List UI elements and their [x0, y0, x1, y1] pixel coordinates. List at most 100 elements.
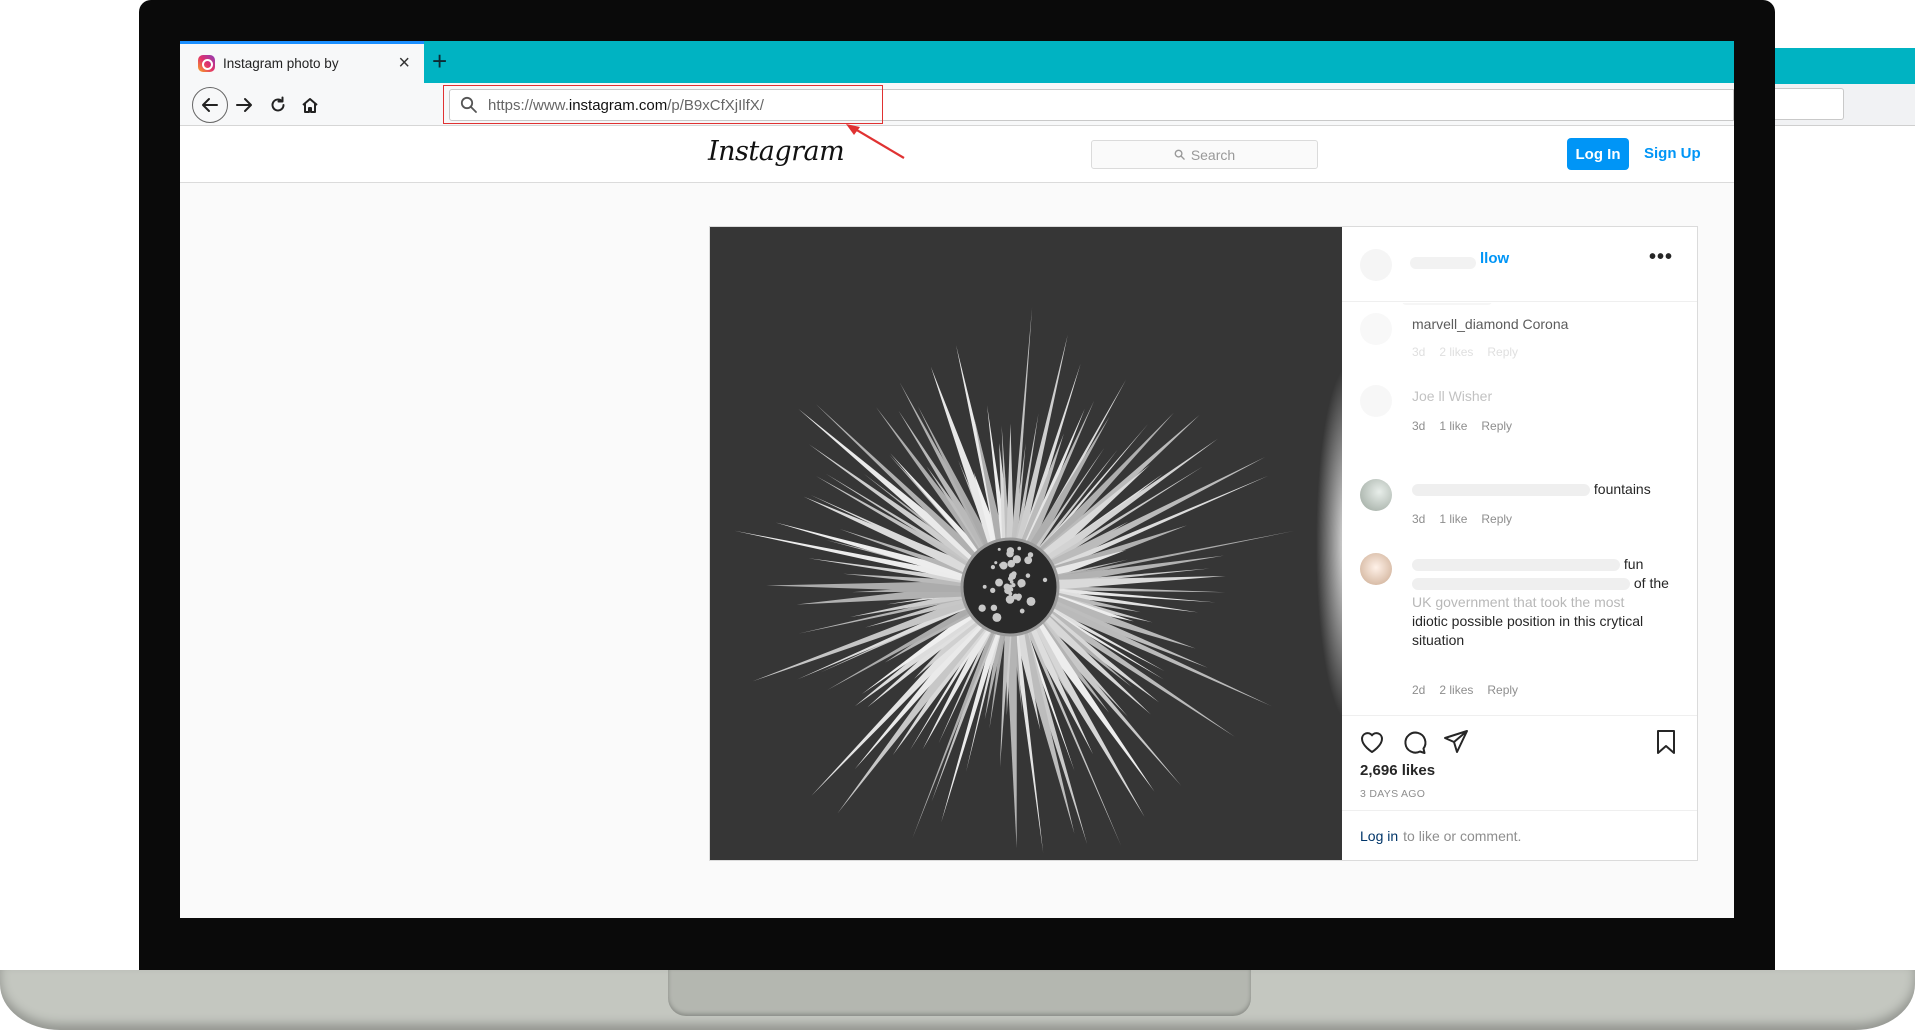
reload-icon: [271, 96, 285, 112]
thistle-seed: [1017, 546, 1022, 551]
home-button[interactable]: [294, 89, 326, 121]
heart-icon[interactable]: [1358, 728, 1386, 756]
stage: Instagram photo by × + https://www.insta…: [0, 0, 1915, 1030]
thistle-seed: [997, 547, 1001, 551]
tab-title: Instagram photo by: [223, 56, 339, 71]
post-header: llow •••: [1342, 227, 1697, 302]
post-actions: 2,696 likes 3 DAYS AGO: [1342, 715, 1697, 810]
comment-time: 2d: [1412, 683, 1426, 697]
search-icon: [460, 96, 477, 113]
bookmark-icon[interactable]: [1652, 728, 1680, 756]
comment-line-4: idiotic possible position in this crytic…: [1412, 613, 1644, 629]
thistle-seed: [990, 604, 998, 612]
search-icon: [1174, 149, 1185, 160]
arrow-left-icon: [202, 98, 218, 112]
post-sidebar: llow ••• marvell_diamond Corona 3d 2 like…: [1342, 227, 1697, 860]
comment-line-3: UK government that took the most: [1412, 594, 1625, 610]
thistle-seed: [1012, 593, 1019, 600]
likes-count[interactable]: 2,696 likes: [1360, 762, 1435, 779]
comment-line: of the: [1412, 574, 1682, 593]
comment-meta: 3d 1 like Reply: [1412, 419, 1526, 433]
thistle-seed: [992, 612, 1002, 622]
thistle-seed: [1025, 573, 1031, 578]
thistle-seed: [1006, 547, 1015, 555]
comment-time: 3d: [1412, 512, 1426, 526]
home-icon: [302, 98, 318, 113]
new-tab-button[interactable]: +: [432, 46, 447, 76]
instagram-search-input[interactable]: Search: [1091, 140, 1318, 169]
comment-text-visible: fountains: [1593, 481, 1651, 497]
url-path: /p/B9xCfXjIlfX/: [667, 96, 764, 114]
reload-button[interactable]: [262, 89, 294, 121]
comment-reply[interactable]: Reply: [1487, 345, 1518, 359]
thistle-seed: [1019, 608, 1025, 614]
comment-meta: 3d 1 like Reply: [1412, 512, 1526, 526]
thistle-seed: [1005, 585, 1010, 590]
thistle-seed: [990, 565, 996, 570]
redacted-text: [1412, 559, 1620, 572]
url-domain: instagram.com: [568, 96, 668, 114]
comment-line-5: situation: [1412, 632, 1465, 648]
author-avatar[interactable]: [1360, 249, 1392, 281]
thistle-seed: [1024, 556, 1033, 565]
comment-time: 3d: [1412, 419, 1426, 433]
back-button[interactable]: [192, 87, 228, 123]
thistle-seed: [1018, 584, 1023, 588]
thistle-seed: [999, 563, 1003, 567]
signup-link[interactable]: Sign Up: [1644, 145, 1701, 162]
url-bar[interactable]: https://www.instagram.com/p/B9xCfXjIlfX/: [449, 89, 1734, 121]
laptop-notch: [668, 970, 1251, 1016]
comment-list: marvell_diamond Corona 3d 2 likes Reply Jo…: [1342, 303, 1697, 713]
thistle-photo-image: [710, 227, 1342, 860]
comment-avatar[interactable]: [1360, 313, 1392, 345]
share-icon[interactable]: [1442, 728, 1470, 756]
thistle-seed: [1042, 577, 1048, 583]
comment-reply[interactable]: Reply: [1487, 683, 1518, 697]
post-date: 3 DAYS AGO: [1360, 788, 1426, 800]
comment-line: fun: [1412, 555, 1682, 574]
comment-avatar[interactable]: [1360, 479, 1392, 511]
follow-link[interactable]: llow: [1480, 250, 1509, 267]
login-button[interactable]: Log In: [1567, 138, 1629, 170]
comment-avatar[interactable]: [1360, 385, 1392, 417]
comment-avatar[interactable]: [1360, 553, 1392, 585]
comment-time: 3d: [1412, 345, 1426, 359]
comment-line-2: of the: [1633, 575, 1669, 591]
comment-likes[interactable]: 2 likes: [1439, 683, 1473, 697]
login-prompt-text: to like or comment.: [1403, 827, 1522, 844]
comment-meta: 2d 2 likes Reply: [1412, 683, 1532, 697]
thistle-seed: [1026, 596, 1036, 606]
post-photo[interactable]: [710, 227, 1342, 860]
login-link[interactable]: Log in: [1360, 828, 1398, 844]
comment-reply[interactable]: Reply: [1481, 512, 1512, 526]
thistle-seed: [1009, 572, 1016, 580]
arrow-right-icon: [236, 98, 252, 112]
more-options-icon[interactable]: •••: [1649, 246, 1673, 269]
comment-reply[interactable]: Reply: [1481, 419, 1512, 433]
instagram-favicon-icon: [198, 55, 215, 72]
comment-icon[interactable]: [1400, 728, 1428, 756]
redacted-text: [1412, 484, 1590, 497]
browser-tab[interactable]: Instagram photo by ×: [180, 41, 424, 83]
redacted-text: [1412, 578, 1630, 591]
thistle-seed: [995, 578, 1003, 587]
author-username-redacted[interactable]: [1410, 257, 1476, 269]
comment-text: marvell_diamond Corona: [1412, 316, 1569, 332]
cutoff-comment: [1402, 303, 1492, 305]
thistle-seed: [990, 587, 996, 594]
tab-close-icon[interactable]: ×: [398, 52, 410, 74]
search-placeholder: Search: [1190, 146, 1236, 163]
thistle-seed: [978, 604, 986, 612]
post-card: llow ••• marvell_diamond Corona 3d 2 like…: [709, 226, 1698, 861]
instagram-logo[interactable]: Instagram: [708, 136, 845, 167]
url-text[interactable]: https://www.instagram.com/p/B9xCfXjIlfX/: [488, 97, 764, 114]
comment-likes[interactable]: 1 like: [1439, 512, 1467, 526]
comment-likes[interactable]: 1 like: [1439, 419, 1467, 433]
comment-likes[interactable]: 2 likes: [1439, 345, 1473, 359]
login-prompt: Log in to like or comment.: [1342, 810, 1697, 860]
thistle-seed: [1012, 555, 1021, 564]
thistle-seed: [994, 561, 998, 565]
comment-meta: 3d 2 likes Reply: [1412, 345, 1532, 359]
forward-button[interactable]: [228, 89, 260, 121]
tab-title-fade: [334, 55, 391, 72]
